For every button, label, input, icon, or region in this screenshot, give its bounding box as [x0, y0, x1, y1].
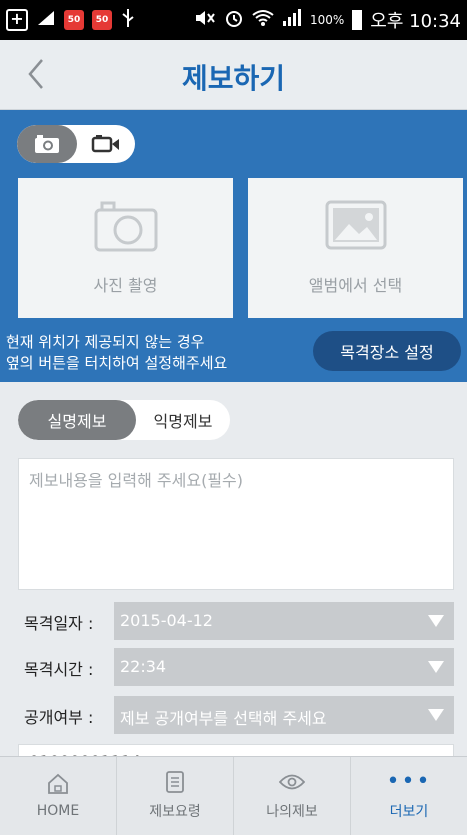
nav-more[interactable]: ••• 더보기 — [351, 757, 467, 835]
add-notification-icon: + — [6, 9, 28, 31]
image-gallery-icon — [325, 200, 386, 250]
witness-date-select[interactable]: 2015-04-12 — [114, 602, 454, 640]
select-from-album-tile[interactable]: 앨범에서 선택 — [248, 178, 463, 318]
mute-icon — [194, 9, 216, 32]
witness-time-row: 목격시간 : 22:34 — [18, 648, 454, 686]
nav-my-reports[interactable]: 나의제보 — [234, 757, 351, 835]
document-icon — [165, 771, 185, 793]
bottom-nav: HOME 제보요령 나의제보 ••• 더보기 — [0, 756, 467, 835]
cell-signal-icon — [282, 8, 302, 32]
clock: 오후 10:34 — [370, 11, 461, 32]
take-photo-label: 사진 촬영 — [93, 276, 158, 295]
camera-outline-icon — [94, 201, 157, 252]
report-content-input[interactable] — [19, 459, 453, 589]
dropdown-arrow-icon — [428, 615, 444, 627]
wifi-icon — [252, 9, 274, 32]
location-notice-line2: 옆의 버튼을 터치하여 설정해주세요 — [6, 354, 228, 372]
nav-my-reports-label: 나의제보 — [266, 804, 318, 820]
select-from-album-label: 앨범에서 선택 — [308, 276, 403, 295]
dropdown-arrow-icon — [428, 661, 444, 673]
app-header: 제보하기 — [0, 40, 467, 110]
witness-date-row: 목격일자 : 2015-04-12 — [18, 602, 454, 640]
battery-icon — [352, 10, 363, 30]
nav-home-label: HOME — [36, 803, 80, 819]
disclosure-value: 제보 공개여부를 선택해 주세요 — [120, 709, 327, 728]
report-form: 실명제보 익명제보 목격일자 : 2015-04-12 목격시간 : 22:34… — [0, 382, 467, 756]
notification-badge-1: 50 — [64, 10, 84, 30]
eye-icon — [279, 771, 305, 793]
witness-time-value: 22:34 — [120, 657, 167, 676]
video-mode-button[interactable] — [77, 125, 135, 163]
location-notice: 현재 위치가 제공되지 않는 경우 옆의 버튼을 터치하여 설정해주세요 — [6, 332, 227, 374]
phone-number-field[interactable]: 01000001114 — [18, 744, 454, 756]
set-witness-location-button[interactable]: 목격장소 설정 — [313, 331, 461, 371]
witness-time-label: 목격시간 : — [24, 660, 94, 679]
dropdown-arrow-icon — [428, 709, 444, 721]
disclosure-select[interactable]: 제보 공개여부를 선택해 주세요 — [114, 696, 454, 734]
report-content-box — [18, 458, 454, 590]
witness-date-label: 목격일자 : — [24, 614, 94, 633]
page-title: 제보하기 — [181, 62, 286, 95]
media-type-toggle — [17, 125, 135, 163]
nav-report-guide-label: 제보요령 — [149, 804, 201, 820]
notification-badge-2: 50 — [92, 10, 112, 30]
nav-more-label: 더보기 — [389, 804, 429, 820]
witness-date-value: 2015-04-12 — [120, 611, 213, 630]
real-name-report-tab[interactable]: 실명제보 — [18, 400, 136, 440]
witness-time-select[interactable]: 22:34 — [114, 648, 454, 686]
camera-icon — [35, 135, 59, 153]
disclosure-row: 공개여부 : 제보 공개여부를 선택해 주세요 — [18, 696, 454, 734]
usb-icon — [120, 8, 136, 33]
report-identity-toggle: 실명제보 익명제보 — [18, 400, 230, 440]
more-icon: ••• — [386, 769, 432, 794]
media-panel: 사진 촬영 앨범에서 선택 현재 위치가 제공되지 않는 경우 옆의 버튼을 터… — [0, 110, 467, 382]
video-camera-icon — [91, 135, 119, 153]
location-notice-line1: 현재 위치가 제공되지 않는 경우 — [6, 333, 205, 351]
anonymous-report-tab[interactable]: 익명제보 — [136, 400, 230, 440]
nav-report-guide[interactable]: 제보요령 — [117, 757, 234, 835]
alarm-icon — [224, 8, 244, 33]
battery-percent: 100% — [309, 13, 345, 27]
home-icon — [47, 773, 69, 795]
nav-home[interactable]: HOME — [0, 757, 117, 835]
take-photo-tile[interactable]: 사진 촬영 — [18, 178, 233, 318]
photo-mode-button[interactable] — [17, 125, 77, 163]
signal-bars-icon — [36, 9, 56, 32]
disclosure-label: 공개여부 : — [24, 708, 94, 727]
status-bar: + 50 50 100% 오후 10:34 — [0, 0, 467, 40]
